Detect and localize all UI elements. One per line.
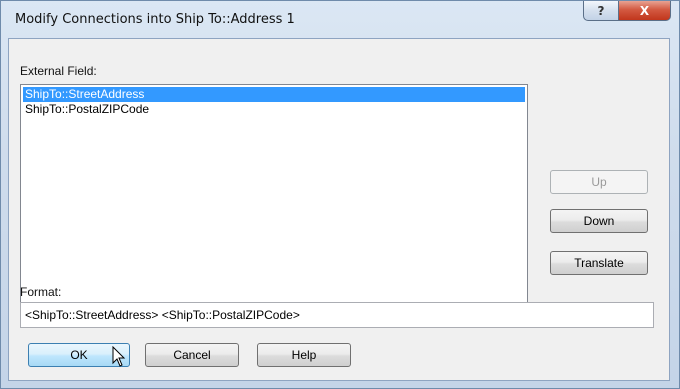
format-field[interactable]: <ShipTo::StreetAddress> <ShipTo::PostalZ… [20, 302, 654, 328]
caption-buttons: ? X [583, 1, 671, 21]
list-item[interactable]: ShipTo::StreetAddress [23, 87, 525, 102]
down-button[interactable]: Down [550, 209, 648, 233]
format-label: Format: [20, 285, 62, 299]
up-button[interactable]: Up [550, 170, 648, 194]
external-field-list[interactable]: ShipTo::StreetAddress ShipTo::PostalZIPC… [20, 84, 528, 317]
help-caption-button[interactable]: ? [583, 1, 619, 21]
title-bar[interactable]: Modify Connections into Ship To::Address… [1, 1, 679, 39]
translate-button[interactable]: Translate [550, 251, 648, 275]
help-button[interactable]: Help [257, 343, 351, 367]
list-item[interactable]: ShipTo::PostalZIPCode [23, 102, 525, 117]
close-button[interactable]: X [619, 1, 671, 21]
cancel-button[interactable]: Cancel [145, 343, 239, 367]
arrow-cursor-icon [112, 346, 126, 367]
window-title: Modify Connections into Ship To::Address… [15, 12, 295, 27]
external-field-label: External Field: [20, 64, 97, 78]
